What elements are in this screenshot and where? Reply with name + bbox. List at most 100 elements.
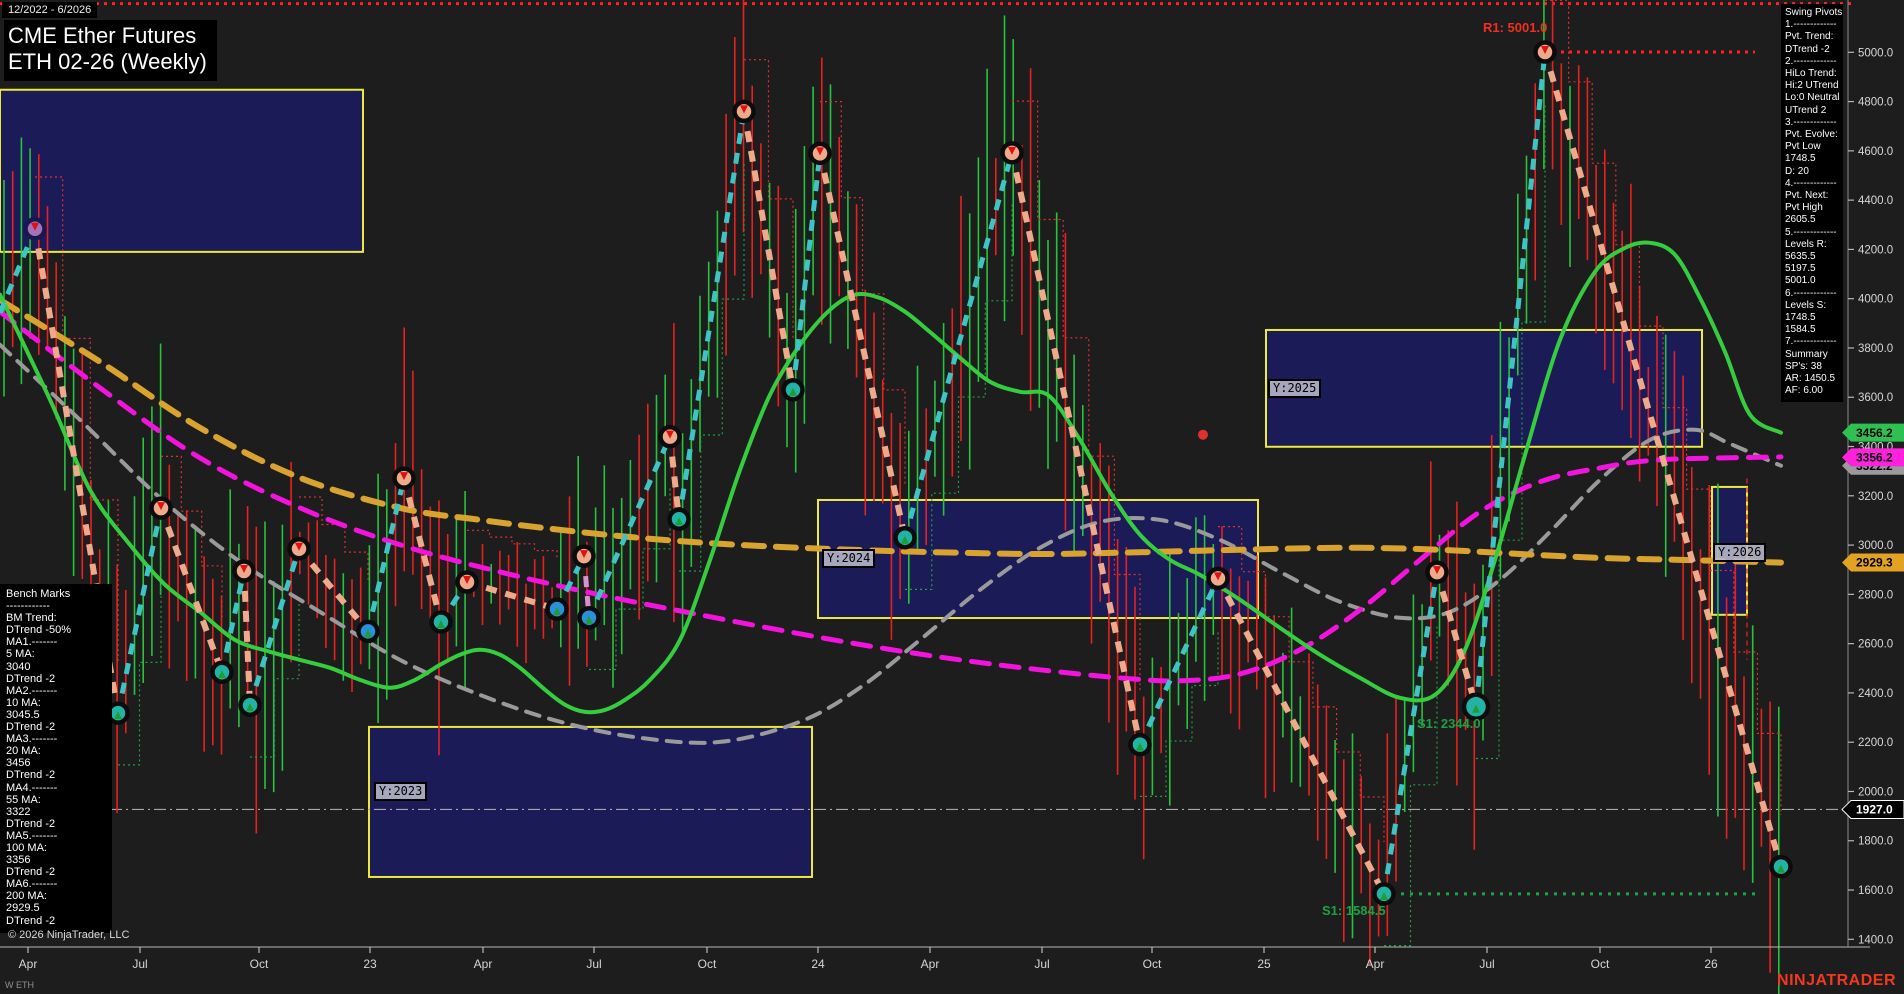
swing-pivots-line: Pvt. Next: <box>1785 190 1843 202</box>
price-axis-tick-label: 3600.0 <box>1858 392 1893 404</box>
time-axis-tick-label: 23 <box>363 957 377 971</box>
bench-marks-line: MA4.------- <box>6 782 112 794</box>
price-axis-tick-label: 2800.0 <box>1858 589 1893 601</box>
swing-pivots-line: Pvt. Evolve: <box>1785 129 1843 141</box>
swing-pivots-line: Hi:2 UTrend <box>1785 80 1843 92</box>
svg-text:3356.2: 3356.2 <box>1856 451 1893 465</box>
time-axis-tick-label: Oct <box>250 957 269 971</box>
swing-pivots-line: 1748.5 <box>1785 153 1843 165</box>
swing-pivots-line: 5001.0 <box>1785 275 1843 287</box>
swing-pivots-line: HiLo Trend: <box>1785 68 1843 80</box>
swing-pivots-line: 7.------------- <box>1785 336 1843 348</box>
contract-and-period: ETH 02-26 (Weekly) <box>8 49 207 75</box>
bench-marks-line: DTrend -2 <box>6 721 112 733</box>
chart-window: AprJulOct23AprJulOct24AprJulOct25AprJulO… <box>0 0 1904 994</box>
year-marker-label: Y:2026 <box>1713 543 1766 562</box>
price-axis-tick-label: 1800.0 <box>1858 836 1893 848</box>
swing-pivots-line: Pvt Low <box>1785 141 1843 153</box>
bench-marks-line: 55 MA: <box>6 794 112 806</box>
time-axis-tick-label: 26 <box>1704 957 1718 971</box>
price-axis-tick-label: 4400.0 <box>1858 195 1893 207</box>
price-axis-tick-label: 2600.0 <box>1858 639 1893 651</box>
swing-pivots-line: 5197.5 <box>1785 263 1843 275</box>
support-s1-2344-label: S1: 2344.0 <box>1417 716 1481 731</box>
swing-pivots-line: AF: 6.00 <box>1785 385 1843 397</box>
time-axis-tick-label: Apr <box>474 957 493 971</box>
price-axis-tick-label: 4000.0 <box>1858 294 1893 306</box>
bench-marks-line: DTrend -2 <box>6 818 112 830</box>
bench-marks-line: 3356 <box>6 854 112 866</box>
bench-marks-line: MA2.------- <box>6 685 112 697</box>
svg-text:1927.0: 1927.0 <box>1856 803 1893 817</box>
year-box-Y2023 <box>369 727 812 877</box>
swing-pivots-line: D: 20 <box>1785 166 1843 178</box>
support-s1-1584-label: S1: 1584.5 <box>1322 903 1386 918</box>
bench-marks-line: 200 MA: <box>6 890 112 902</box>
swing-pivots-line: Pvt. Trend: <box>1785 31 1843 43</box>
swing-pivots-line: 2605.5 <box>1785 214 1843 226</box>
svg-text:3456.2: 3456.2 <box>1856 426 1893 440</box>
time-axis-tick-label: 24 <box>811 957 825 971</box>
swing-pivots-line: 1584.5 <box>1785 324 1843 336</box>
swing-pivots-line: Pvt High <box>1785 202 1843 214</box>
swing-pivots-line: 6.------------- <box>1785 288 1843 300</box>
alert-dot-marker <box>1198 430 1208 440</box>
bench-marks-line: DTrend -2 <box>6 673 112 685</box>
swing-pivots-line: 1748.5 <box>1785 312 1843 324</box>
bench-marks-panel: Bench Marks------------BM Trend:DTrend -… <box>0 584 112 933</box>
price-axis-tick-label: 3800.0 <box>1858 343 1893 355</box>
ma-line-ma-20 <box>0 242 1781 712</box>
time-axis-tick-label: Jul <box>132 957 147 971</box>
bench-marks-line: MA3.------- <box>6 733 112 745</box>
swing-pivots-line: 5.------------- <box>1785 227 1843 239</box>
time-axis-tick-label: Apr <box>921 957 940 971</box>
copyright-watermark: © 2026 NinjaTrader, LLC <box>8 929 129 941</box>
swing-pivots-line: DTrend -2 <box>1785 44 1843 56</box>
bench-marks-line: 3045.5 <box>6 709 112 721</box>
price-axis-tick-label: 5000.0 <box>1858 47 1893 59</box>
time-axis-tick-label: Oct <box>698 957 717 971</box>
bench-marks-line: DTrend -50% <box>6 624 112 636</box>
price-axis-tick-label: 2000.0 <box>1858 786 1893 798</box>
year-marker-label: Y:2023 <box>374 782 427 801</box>
year-box-Y2025 <box>1266 330 1702 447</box>
price-axis-tick-label: 1400.0 <box>1858 934 1893 946</box>
swing-pivots-line: 3.------------- <box>1785 117 1843 129</box>
price-axis-tick-label: 1600.0 <box>1858 885 1893 897</box>
swing-pivots-line: Levels R: <box>1785 239 1843 251</box>
price-axis-tick-label: 2200.0 <box>1858 737 1893 749</box>
chart-title: CME Ether Futures ETH 02-26 (Weekly) <box>4 20 217 81</box>
instrument-name: CME Ether Futures <box>8 23 207 49</box>
bench-marks-line: 10 MA: <box>6 697 112 709</box>
price-axis-tick-label: 4800.0 <box>1858 97 1893 109</box>
bench-marks-line: 2929.5 <box>6 902 112 914</box>
time-axis-tick-label: Apr <box>1366 957 1385 971</box>
price-axis-tick-label: 3000.0 <box>1858 540 1893 552</box>
time-axis-tick-label: 25 <box>1257 957 1271 971</box>
bench-marks-line: 3040 <box>6 661 112 673</box>
ninjatrader-logo: NINJATRADER <box>1777 972 1896 990</box>
instrument-watermark: W ETH <box>5 980 34 990</box>
bench-marks-line: ------------ <box>6 600 112 612</box>
swing-pivots-line: 2.------------- <box>1785 56 1843 68</box>
time-axis-tick-label: Oct <box>1591 957 1610 971</box>
bench-marks-line: Bench Marks <box>6 588 112 600</box>
bench-marks-line: 3456 <box>6 757 112 769</box>
swing-pivots-line: Swing Pivots <box>1785 7 1843 19</box>
bench-marks-line: DTrend -2 <box>6 915 112 927</box>
year-box-Y2024 <box>818 500 1258 618</box>
bench-marks-line: DTrend -2 <box>6 866 112 878</box>
year-marker-label: Y:2025 <box>1268 379 1321 398</box>
bench-marks-line: DTrend -2 <box>6 769 112 781</box>
bench-marks-line: 20 MA: <box>6 745 112 757</box>
svg-text:2929.3: 2929.3 <box>1856 556 1893 570</box>
price-tags-layer: 3322.23456.23356.22929.31927.0 <box>1842 424 1904 819</box>
bench-marks-line: MA1.------- <box>6 636 112 648</box>
swing-pivots-line: Lo:0 Neutral <box>1785 92 1843 104</box>
swing-pivots-line: Levels S: <box>1785 300 1843 312</box>
price-chart-canvas[interactable]: AprJulOct23AprJulOct24AprJulOct25AprJulO… <box>0 0 1904 994</box>
bench-marks-line: 5 MA: <box>6 648 112 660</box>
bench-marks-line: 100 MA: <box>6 842 112 854</box>
resistance-r1-label: R1: 5001.0 <box>1483 20 1547 35</box>
year-marker-label: Y:2024 <box>822 549 875 568</box>
